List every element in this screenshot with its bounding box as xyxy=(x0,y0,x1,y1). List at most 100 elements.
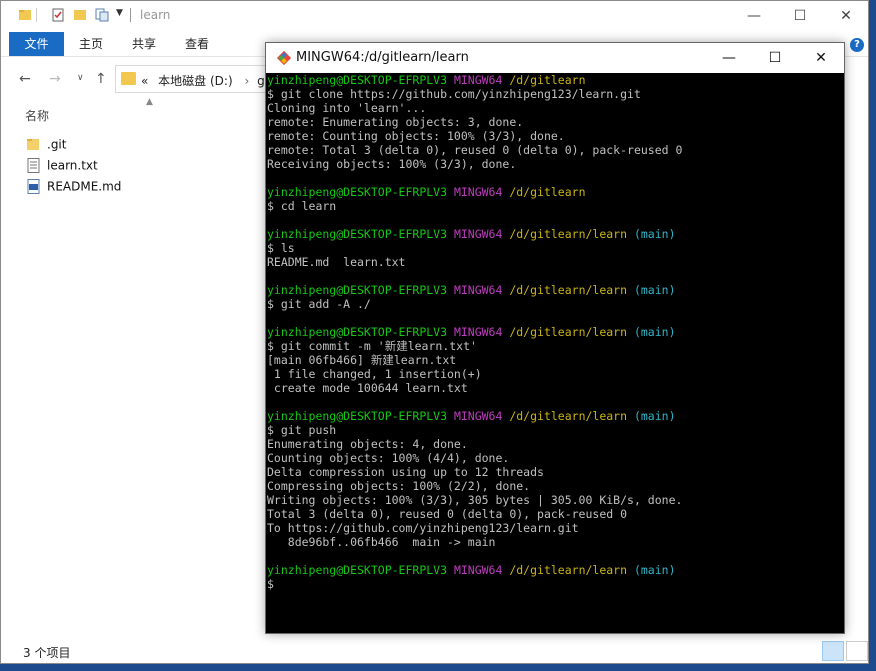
terminal-segment-plain: Writing objects: 100% (3/3), 305 bytes |… xyxy=(267,493,683,507)
up-arrow-icon[interactable]: ↑ xyxy=(95,71,107,87)
terminal-segment-plain: README.md learn.txt xyxy=(267,255,406,269)
new-folder-icon[interactable] xyxy=(73,8,87,22)
markdown-file-icon xyxy=(27,179,40,194)
terminal-line: Counting objects: 100% (4/4), done. xyxy=(267,451,830,465)
terminal-segment-path: /d/gitlearn/learn xyxy=(509,563,634,577)
terminal-line: yinzhipeng@DESKTOP-EFRPLV3 MINGW64 /d/gi… xyxy=(267,325,830,339)
terminal-segment-plain: remote: Counting objects: 100% (3/3), do… xyxy=(267,129,565,143)
terminal-line: remote: Total 3 (delta 0), reused 0 (del… xyxy=(267,143,830,157)
tab-file[interactable]: 文件 xyxy=(9,32,64,56)
terminal-segment-plain: remote: Total 3 (delta 0), reused 0 (del… xyxy=(267,143,683,157)
terminal-line: $ cd learn xyxy=(267,199,830,213)
tab-home[interactable]: 主页 xyxy=(67,32,115,56)
folder-icon xyxy=(121,72,136,85)
terminal-line: Delta compression using up to 12 threads xyxy=(267,465,830,479)
breadcrumb-overflow[interactable]: « xyxy=(141,74,148,88)
explorer-titlebar[interactable]: ▼ learn — ☐ ✕ xyxy=(1,1,868,32)
customize-toolbar-chevron-icon[interactable]: ▼ xyxy=(116,8,130,22)
column-header-name[interactable]: 名称 xyxy=(25,107,49,124)
folder-icon xyxy=(27,139,39,150)
git-bash-icon xyxy=(276,50,292,66)
terminal-segment-plain: $ git add -A ./ xyxy=(267,297,371,311)
terminal-line: Receiving objects: 100% (3/3), done. xyxy=(267,157,830,171)
terminal-line: yinzhipeng@DESKTOP-EFRPLV3 MINGW64 /d/gi… xyxy=(267,227,830,241)
address-bar[interactable]: « 本地磁盘 (D:) › git xyxy=(115,65,275,93)
file-name: learn.txt xyxy=(47,158,98,173)
terminal-line: $ git commit -m '新建learn.txt' xyxy=(267,339,830,353)
terminal-line: Total 3 (delta 0), reused 0 (delta 0), p… xyxy=(267,507,830,521)
copy-icon[interactable] xyxy=(95,8,109,22)
terminal-segment-branch: (main) xyxy=(633,227,676,241)
terminal-segment-plain: Compressing objects: 100% (2/2), done. xyxy=(267,479,531,493)
terminal-titlebar[interactable]: MINGW64:/d/gitlearn/learn — ☐ ✕ xyxy=(266,43,844,73)
terminal-segment-plain: 8de96bf..06fb466 main -> main xyxy=(267,535,496,549)
forward-arrow-icon[interactable]: → xyxy=(49,71,61,87)
terminal-line: $ git push xyxy=(267,423,830,437)
list-item[interactable]: .git xyxy=(27,137,66,157)
terminal-output[interactable]: yinzhipeng@DESKTOP-EFRPLV3 MINGW64 /d/gi… xyxy=(266,73,830,633)
terminal-segment-sys: MINGW64 xyxy=(453,73,510,87)
terminal-segment-plain: Receiving objects: 100% (3/3), done. xyxy=(267,157,517,171)
minimize-button[interactable]: — xyxy=(731,1,777,32)
tab-share[interactable]: 共享 xyxy=(120,32,168,56)
large-icons-view-button[interactable] xyxy=(846,641,868,661)
terminal-segment-plain: Total 3 (delta 0), reused 0 (delta 0), p… xyxy=(267,507,628,521)
terminal-segment-branch: (main) xyxy=(633,325,676,339)
breadcrumb-chevron-icon[interactable]: › xyxy=(244,74,249,88)
terminal-line: Enumerating objects: 4, done. xyxy=(267,437,830,451)
list-item[interactable]: README.md xyxy=(27,179,121,199)
terminal-segment-sys: MINGW64 xyxy=(453,283,510,297)
terminal-segment-branch: (main) xyxy=(633,563,676,577)
maximize-button[interactable]: ☐ xyxy=(777,1,823,32)
terminal-maximize-button[interactable]: ☐ xyxy=(752,43,798,73)
terminal-scrollbar[interactable] xyxy=(829,73,844,633)
terminal-segment-path: /d/gitlearn/learn xyxy=(509,227,634,241)
terminal-line: Compressing objects: 100% (2/2), done. xyxy=(267,479,830,493)
help-icon[interactable]: ? xyxy=(850,38,864,52)
terminal-line: $ xyxy=(267,577,830,591)
list-item[interactable]: learn.txt xyxy=(27,158,98,178)
tab-view[interactable]: 查看 xyxy=(173,32,221,56)
terminal-line: $ ls xyxy=(267,241,830,255)
terminal-line: 1 file changed, 1 insertion(+) xyxy=(267,367,830,381)
terminal-segment-path: /d/gitlearn/learn xyxy=(509,325,634,339)
terminal-segment-user: yinzhipeng@DESKTOP-EFRPLV3 xyxy=(267,185,454,199)
close-button[interactable]: ✕ xyxy=(823,1,869,32)
properties-icon[interactable] xyxy=(51,8,65,22)
terminal-segment-plain: Cloning into 'learn'... xyxy=(267,101,427,115)
terminal-segment-branch: (main) xyxy=(633,283,676,297)
terminal-line: yinzhipeng@DESKTOP-EFRPLV3 MINGW64 /d/gi… xyxy=(267,73,830,87)
terminal-segment-plain: $ cd learn xyxy=(267,199,337,213)
back-arrow-icon[interactable]: ← xyxy=(19,71,31,87)
terminal-segment-plain: $ git commit -m '新建learn.txt' xyxy=(267,339,477,353)
terminal-segment-plain: $ xyxy=(267,577,274,591)
terminal-segment-sys: MINGW64 xyxy=(453,325,510,339)
terminal-window[interactable]: MINGW64:/d/gitlearn/learn — ☐ ✕ yinzhipe… xyxy=(265,42,845,634)
terminal-segment-plain: Counting objects: 100% (4/4), done. xyxy=(267,451,510,465)
sort-caret-icon: ▲ xyxy=(146,97,153,107)
status-item-count: 3 个项目 xyxy=(23,646,71,660)
terminal-line: Writing objects: 100% (3/3), 305 bytes |… xyxy=(267,493,830,507)
terminal-line: Cloning into 'learn'... xyxy=(267,101,830,115)
terminal-segment-user: yinzhipeng@DESKTOP-EFRPLV3 xyxy=(267,563,454,577)
recent-locations-chevron-icon[interactable]: ∨ xyxy=(77,73,84,83)
terminal-segment-path: /d/gitlearn xyxy=(509,73,586,87)
details-view-button[interactable] xyxy=(822,641,844,661)
terminal-line: remote: Enumerating objects: 3, done. xyxy=(267,115,830,129)
terminal-segment-sys: MINGW64 xyxy=(453,409,510,423)
terminal-segment-user: yinzhipeng@DESKTOP-EFRPLV3 xyxy=(267,325,454,339)
terminal-line: yinzhipeng@DESKTOP-EFRPLV3 MINGW64 /d/gi… xyxy=(267,283,830,297)
terminal-segment-path: /d/gitlearn xyxy=(509,185,586,199)
terminal-segment-path: /d/gitlearn/learn xyxy=(509,283,634,297)
terminal-minimize-button[interactable]: — xyxy=(706,43,752,73)
file-name: .git xyxy=(47,137,67,152)
terminal-title: MINGW64:/d/gitlearn/learn xyxy=(296,50,469,65)
breadcrumb-drive[interactable]: 本地磁盘 (D:) xyxy=(158,74,232,88)
terminal-close-button[interactable]: ✕ xyxy=(798,43,844,73)
